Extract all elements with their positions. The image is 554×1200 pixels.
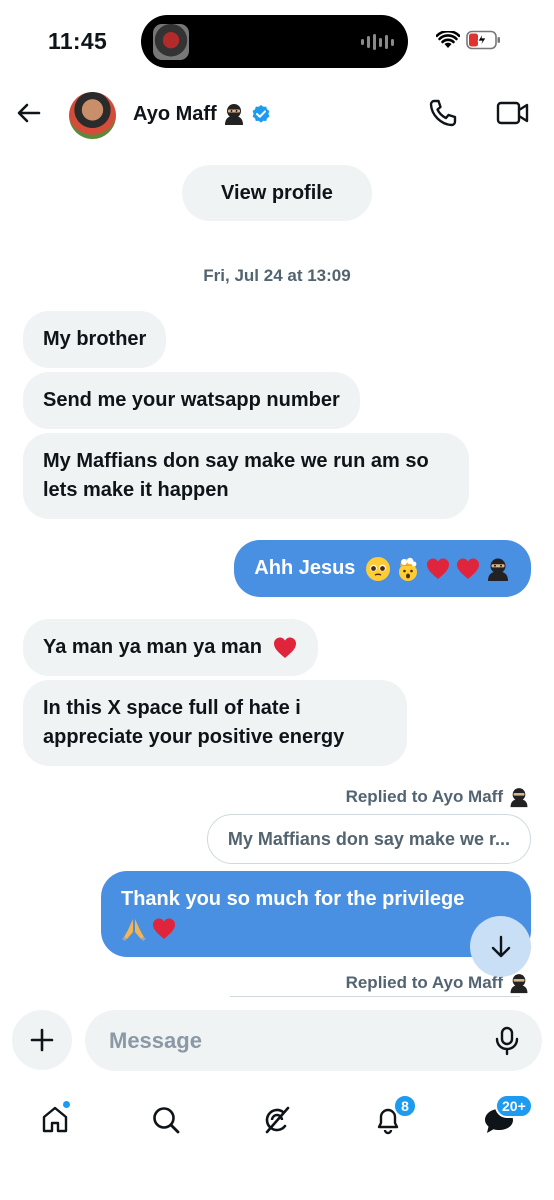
- conversation-header: Ayo Maff: [0, 84, 554, 146]
- pleading-face-emoji-icon: [366, 556, 390, 581]
- date-stamp: Fri, Jul 24 at 13:09: [203, 266, 351, 285]
- quoted-message[interactable]: My Maffians don say make we r...: [206, 814, 531, 864]
- contact-name-row[interactable]: Ayo Maff: [133, 102, 271, 126]
- tab-search[interactable]: [144, 1098, 188, 1142]
- messages-badge: 20+: [495, 1094, 533, 1118]
- tab-grok[interactable]: [255, 1098, 299, 1142]
- tab-messages[interactable]: 20+: [477, 1094, 533, 1142]
- message-composer: [0, 998, 554, 1080]
- red-heart-emoji-icon: [427, 558, 449, 579]
- audio-waveform-icon: [361, 33, 394, 51]
- red-heart-emoji-icon: [273, 637, 296, 658]
- video-call-icon[interactable]: [496, 100, 530, 126]
- message-thread[interactable]: View profile Fri, Jul 24 at 13:09 My bro…: [0, 146, 554, 998]
- tab-home[interactable]: [33, 1098, 77, 1142]
- emoji-group: [121, 916, 177, 942]
- avatar[interactable]: [69, 92, 116, 139]
- contact-name: Ayo Maff: [133, 102, 217, 125]
- message-input[interactable]: [85, 1010, 542, 1071]
- status-time: 11:45: [48, 28, 108, 54]
- red-heart-emoji-icon: [457, 558, 479, 579]
- message-text: Ahh Jesus: [254, 557, 356, 579]
- incoming-message[interactable]: My Maffians don say make we run am so le…: [23, 433, 469, 519]
- back-arrow-icon[interactable]: [16, 100, 42, 126]
- ninja-emoji-icon: [510, 788, 528, 808]
- notifications-badge: 8: [393, 1094, 417, 1118]
- view-profile-button[interactable]: View profile: [182, 165, 372, 221]
- bottom-tab-bar: 8 20+: [0, 1080, 554, 1200]
- folded-hands-emoji-icon: [122, 918, 146, 941]
- replied-to-label: Replied to Ayo Maff: [346, 786, 530, 808]
- status-bar: 11:45: [0, 0, 554, 84]
- battery-charging-icon: [466, 30, 500, 50]
- emoji-group: [365, 556, 511, 582]
- ninja-emoji-icon: [488, 558, 508, 581]
- outgoing-message[interactable]: Thank you so much for the privilege: [101, 871, 531, 957]
- incoming-message[interactable]: My brother: [23, 311, 167, 368]
- scroll-to-bottom-button[interactable]: [470, 916, 531, 977]
- ninja-emoji-icon: [510, 974, 528, 994]
- incoming-message[interactable]: Send me your watsapp number: [23, 372, 360, 429]
- search-icon: [153, 1107, 180, 1134]
- incoming-message[interactable]: Ya man ya man ya man: [23, 619, 318, 676]
- message-text: Ya man ya man ya man: [43, 636, 263, 658]
- message-text: Thank you so much for the privilege: [121, 888, 465, 910]
- tab-notifications[interactable]: 8: [366, 1094, 417, 1142]
- now-playing-thumbnail: [153, 24, 189, 60]
- ninja-emoji-icon: [224, 104, 243, 125]
- add-attachment-button[interactable]: [12, 1010, 72, 1070]
- replied-to-text: Replied to Ayo Maff: [345, 973, 503, 992]
- message-text: My Maffians don say make we run am so le…: [43, 450, 429, 501]
- outgoing-message[interactable]: Ahh Jesus: [234, 540, 531, 597]
- home-notification-dot: [62, 1100, 71, 1109]
- grok-icon: [265, 1106, 290, 1134]
- microphone-icon[interactable]: [494, 1026, 520, 1056]
- incoming-message[interactable]: In this X space full of hate i appreciat…: [23, 680, 407, 766]
- arrow-down-icon: [491, 935, 510, 957]
- message-text: In this X space full of hate i appreciat…: [43, 697, 345, 748]
- exploding-head-emoji-icon: [399, 557, 417, 581]
- message-text: Send me your watsapp number: [43, 389, 340, 411]
- message-text: My brother: [43, 328, 147, 350]
- plus-icon: [30, 1028, 54, 1052]
- replied-to-text: Replied to Ayo Maff: [345, 787, 503, 806]
- red-heart-emoji-icon: [153, 918, 175, 939]
- wifi-icon: [436, 31, 460, 48]
- phone-call-icon[interactable]: [428, 98, 458, 128]
- dynamic-island[interactable]: [141, 15, 408, 68]
- verified-badge-icon: [252, 105, 270, 123]
- emoji-group: [272, 635, 298, 661]
